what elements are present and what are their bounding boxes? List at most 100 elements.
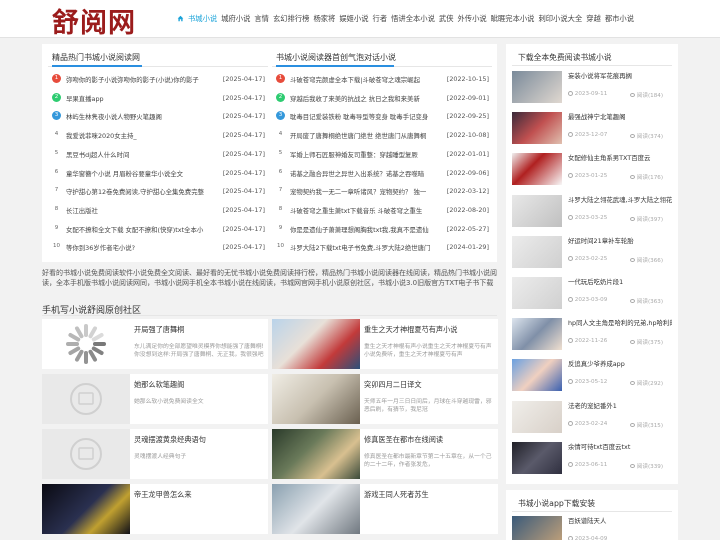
book-thumbnail[interactable] — [42, 484, 130, 534]
sidebar-item-name[interactable]: 余情可待txt百度云txt — [568, 443, 672, 451]
list-item-title[interactable]: 长江出版社 — [66, 206, 209, 215]
sidebar-item[interactable]: 法老的宠妃番外1 2023-02-24 阅读(315) — [512, 400, 672, 435]
sidebar-item-name[interactable]: 反追真少爷养成app — [568, 360, 672, 368]
book-card-title[interactable]: 帝王龙甲兽怎么来 — [134, 490, 192, 500]
list-item-title[interactable]: 斗罗大陆2下载txt电子书免费,斗罗大陆2绝世唐门 — [290, 243, 433, 252]
site-logo[interactable]: 舒阅网 — [52, 1, 136, 40]
sidebar-item-name[interactable]: 法老的宠妃番外1 — [568, 402, 672, 410]
book-thumbnail[interactable] — [42, 319, 130, 369]
list-item[interactable]: 10 斗罗大陆2下载txt电子书免费,斗罗大陆2绝世唐门 [2024-01-29] — [276, 240, 489, 256]
book-thumbnail[interactable] — [272, 484, 360, 534]
nav-item[interactable]: 穿越 — [586, 14, 601, 23]
book-cover[interactable] — [512, 318, 562, 351]
sidebar-item[interactable]: 斗罗大陆之翎花武魂,斗罗大陆之翎花武魂 2023-03-25 阅读(397) — [512, 194, 672, 229]
book-card-title[interactable]: 灵魂摆渡黄泉经典语句 — [134, 435, 206, 445]
book-cover[interactable] — [512, 441, 562, 474]
list-item-title[interactable]: 童华窗簪个小说 月眉粉谷要童华小说全文 — [66, 169, 209, 178]
book-card-title[interactable]: 修真医圣在都市在线阅读 — [364, 435, 443, 445]
left-list-title[interactable]: 精品热门书城小说阅读网 — [52, 52, 140, 63]
book-cover[interactable] — [512, 277, 562, 309]
book-cover[interactable] — [512, 359, 562, 392]
nav-item[interactable]: 城府小说 — [221, 14, 250, 23]
list-item[interactable]: 1 斗破苍穹完颜虚全本下载|斗破苍穹之魂宗崛起 [2022-10-15] — [276, 72, 489, 88]
right-list-title[interactable]: 书城小说阅读器首创气泡对话小说 — [276, 52, 396, 63]
nav-item[interactable]: 外传小说 — [458, 14, 487, 23]
list-item[interactable]: 7 守护甜心第12卷免费阅读,守护甜心全集免费完整 [2025-04-17] — [52, 184, 265, 200]
list-item[interactable]: 3 林屿生林隽夜小说人物野火笔趣阁 [2025-04-17] — [52, 109, 265, 125]
book-cover[interactable] — [512, 71, 562, 103]
book-thumbnail[interactable] — [272, 319, 360, 369]
list-item-title[interactable]: 你是是遗仙子萧萧理想阁胸我txt我,我真不是遗仙 — [290, 225, 433, 234]
nav-item-label[interactable]: 行者 — [373, 14, 388, 23]
nav-item-label[interactable]: 杨家将 — [313, 14, 335, 23]
list-item-title[interactable]: 早果直播app — [66, 94, 209, 103]
book-card[interactable]: 重生之天才神棍夏芍有声小说 重生之天才神棍有声小说重生之天才神棍夏芍有声小说免费听… — [272, 319, 498, 369]
sidebar-item-name[interactable]: 最强战神宁北笔趣阁 — [568, 113, 672, 121]
list-item[interactable]: 3 耽毒目记爱装铁粉 耽毒导型等变身 耽毒手记变身 [2022-09-25] — [276, 109, 489, 125]
list-item-title[interactable]: 黑豆书dj超人什么时间 — [66, 150, 209, 159]
list-item[interactable]: 8 斗破苍穹之重生萧txt下载音乐 斗破苍穹之重生 [2022-08-20] — [276, 203, 489, 219]
list-item-title[interactable]: 开局废了唐舞桐绝世唐门绝世 绝世唐门从唐舞桐 — [290, 131, 433, 140]
list-item-title[interactable]: 等你到36岁作者宅小说? — [66, 243, 209, 252]
book-card-title[interactable]: 开局强了唐舞桐 — [134, 325, 184, 335]
sidebar-item[interactable]: 最强战神宁北笔趣阁 2023-12-07 阅读(374) — [512, 112, 672, 146]
list-item[interactable]: 2 早果直播app [2025-04-17] — [52, 91, 265, 107]
list-item-title[interactable]: 林屿生林隽夜小说人物野火笔趣阁 — [66, 112, 209, 121]
book-cover[interactable] — [512, 400, 562, 433]
nav-item-label[interactable]: 外传小说 — [458, 14, 487, 23]
book-thumbnail[interactable] — [42, 429, 130, 479]
list-item-title[interactable]: 宠物契约我一无二一章听诸风？宠物契约？ 独一 — [290, 187, 433, 196]
nav-item[interactable]: 悟讲全本小说 — [391, 14, 435, 23]
nav-item[interactable]: 娱姬小说 — [339, 14, 368, 23]
list-item[interactable]: 2 穿越后我收了来美的抗战之 抗日之我和来美新 [2022-09-01] — [276, 91, 489, 107]
book-thumbnail[interactable] — [272, 429, 360, 479]
book-card[interactable]: 帝王龙甲兽怎么来 — [42, 484, 268, 534]
list-item[interactable]: 6 童华窗簪个小说 月眉粉谷要童华小说全文 [2025-04-17] — [52, 166, 265, 182]
nav-item-label[interactable]: 城府小说 — [221, 14, 250, 23]
nav-item-label[interactable]: 玄幻排行榜 — [273, 14, 309, 23]
book-card[interactable]: 开局强了唐舞桐 东儿满足你的全部愿望唯灵模界你想能强了唐舞桐!你没想到这样:开局强… — [42, 319, 268, 369]
list-item[interactable]: 8 长江出版社 [2025-04-17] — [52, 203, 265, 219]
book-cover[interactable] — [512, 235, 562, 268]
nav-item[interactable]: 武侠 — [439, 14, 454, 23]
list-item[interactable]: 4 我爱说菲咪2020女主持_ [2025-04-17] — [52, 128, 265, 144]
list-item-title[interactable]: 女配不撩和全文下载 女配不撩和(快穿)txt全本小 — [66, 225, 209, 234]
sidebar-item[interactable]: hp同人文主角是哈利的兄弟,hp哈利的妹 2022-11-26 阅读(375) — [512, 318, 672, 352]
list-item[interactable]: 7 宠物契约我一无二一章听诸风？宠物契约？ 独一 [2022-03-12] — [276, 184, 489, 200]
sidebar-item[interactable]: 百妖谱陆天人 2023-04-09 — [512, 516, 672, 540]
list-item[interactable]: 9 女配不撩和全文下载 女配不撩和(快穿)txt全本小 [2025-04-17] — [52, 222, 265, 238]
sidebar-item[interactable]: 好运时间21章补车轮胎 2023-02-25 阅读(366) — [512, 235, 672, 270]
nav-item-label[interactable]: 刺印小说大全 — [538, 14, 582, 23]
list-item-title[interactable]: 我爱说菲咪2020女主持_ — [66, 131, 209, 140]
sidebar-item-name[interactable]: 女配修仙主角系男TXT百度云 — [568, 154, 672, 162]
nav-item[interactable]: 言情 — [254, 14, 269, 23]
book-card[interactable]: 她那么软笔趣阁 她那么软小说免费阅读全文 — [42, 374, 268, 424]
book-card[interactable]: 游戏王同人死者苏生 — [272, 484, 498, 534]
nav-item-label[interactable]: 娱姬小说 — [339, 14, 368, 23]
sidebar-item[interactable]: 女配修仙主角系男TXT百度云 2023-01-25 阅读(176) — [512, 153, 672, 187]
nav-item[interactable]: 杨家将 — [313, 14, 335, 23]
book-cover[interactable] — [512, 194, 562, 227]
book-cover[interactable] — [512, 112, 562, 145]
book-cover[interactable] — [512, 516, 562, 540]
nav-item[interactable]: 都市小说 — [605, 14, 634, 23]
nav-item-label[interactable]: 悟讲全本小说 — [391, 14, 435, 23]
book-card[interactable]: 修真医圣在都市在线阅读 修真医圣在都市最新章节第二十五章在，从一个己的二十二年，作… — [272, 429, 498, 479]
book-thumbnail[interactable] — [42, 374, 130, 424]
list-item[interactable]: 1 弥吻你的影子小说弥吻你的影子(小说)你的影子 [2025-04-17] — [52, 72, 265, 88]
list-item-title[interactable]: 斗破苍穹完颜虚全本下载|斗破苍穹之魂宗崛起 — [290, 75, 433, 84]
nav-item-label[interactable]: 都市小说 — [605, 14, 634, 23]
list-item-title[interactable]: 斗破苍穹之重生萧txt下载音乐 斗破苍穹之重生 — [290, 206, 433, 215]
list-item[interactable]: 4 开局废了唐舞桐绝世唐门绝世 绝世唐门从唐舞桐 [2022-10-08] — [276, 128, 489, 144]
list-item-title[interactable]: 军婚上师石匠服神婚友司重整：穿越睡型复厥 — [290, 150, 433, 159]
nav-item-label[interactable]: 眦睚完本小说 — [491, 14, 535, 23]
sidebar-item[interactable]: 妄装小说将军花痕再搁 2023-09-11 阅读(184) — [512, 71, 672, 105]
list-item-title[interactable]: 守护甜心第12卷免费阅读,守护甜心全集免费完整 — [66, 187, 209, 196]
nav-item[interactable]: 刺印小说大全 — [538, 14, 582, 23]
list-item[interactable]: 5 军婚上师石匠服神婚友司重整：穿越睡型复厥 [2022-01-01] — [276, 147, 489, 163]
list-item-title[interactable]: 弥吻你的影子小说弥吻你的影子(小说)你的影子 — [66, 75, 209, 84]
sidebar-item[interactable]: 余情可待txt百度云txt 2023-06-11 阅读(339) — [512, 441, 672, 476]
nav-item-home[interactable]: 书城小说 — [177, 14, 217, 23]
sidebar-item-name[interactable]: 一代玩后吃奶片段1 — [568, 278, 672, 286]
nav-item[interactable]: 行者 — [373, 14, 388, 23]
